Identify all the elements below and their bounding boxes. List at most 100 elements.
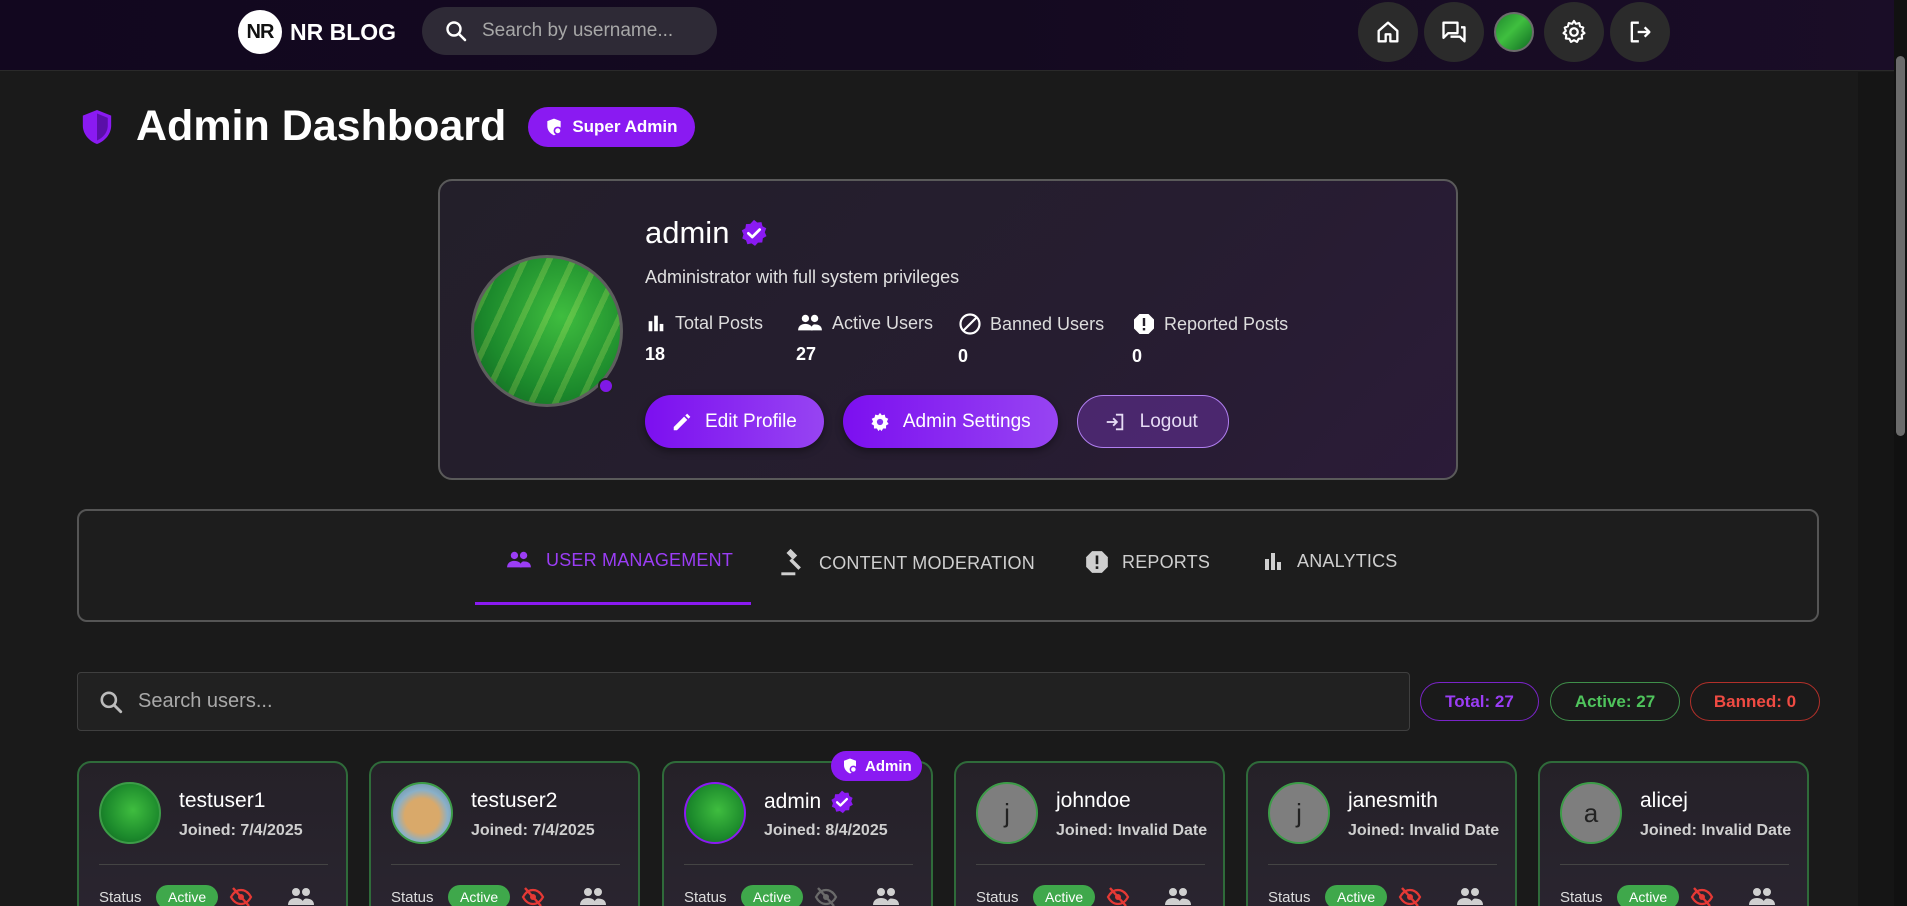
hide-eye-icon[interactable] — [519, 885, 547, 906]
verified-icon — [742, 219, 767, 246]
home-button[interactable] — [1358, 2, 1418, 62]
status-badge: Active — [1325, 885, 1388, 906]
user-name: testuser1 — [179, 789, 266, 812]
hide-eye-icon[interactable] — [1104, 885, 1132, 906]
user-name-row: admin — [764, 789, 855, 815]
people-icon[interactable] — [1164, 885, 1192, 906]
forum-icon — [1442, 21, 1466, 43]
edit-profile-label: Edit Profile — [705, 410, 797, 432]
admin-settings-button[interactable]: Admin Settings — [842, 395, 1058, 448]
divider — [1560, 864, 1789, 865]
pencil-icon — [673, 413, 691, 430]
user-joined: Joined: Invalid Date — [1640, 822, 1792, 839]
status-label: Status — [1268, 889, 1311, 906]
brand[interactable]: NR NR BLOG — [238, 10, 396, 54]
people-icon[interactable] — [1456, 885, 1484, 906]
logout-nav-button[interactable] — [1610, 2, 1670, 62]
hide-eye-icon[interactable] — [227, 885, 255, 906]
user-card[interactable]: a alicej Joined: Invalid Date Status Act… — [1538, 761, 1809, 906]
scrollbar-thumb[interactable] — [1896, 56, 1905, 436]
admin-shield-icon — [547, 118, 563, 135]
status-label: Status — [684, 889, 727, 906]
user-joined: Joined: Invalid Date — [1056, 822, 1208, 839]
user-search-input[interactable] — [138, 690, 1338, 713]
user-joined: Joined: 7/4/2025 — [179, 822, 303, 839]
user-search — [77, 672, 1410, 731]
user-name: testuser2 — [471, 789, 558, 812]
alert-icon — [1086, 551, 1108, 573]
status-badge: Active — [448, 885, 511, 906]
bar-chart-icon — [1265, 553, 1281, 570]
user-name: janesmith — [1348, 789, 1438, 812]
people-icon[interactable] — [1748, 885, 1776, 906]
shield-icon — [82, 109, 112, 144]
user-joined: Joined: Invalid Date — [1348, 822, 1500, 839]
tab-reports[interactable]: REPORTS — [1084, 549, 1210, 575]
alert-icon — [1134, 314, 1154, 334]
hide-eye-icon — [814, 887, 838, 906]
user-card[interactable]: Admin admin Joined: 8/4/2025 Status Acti… — [662, 751, 933, 906]
admin-shield-icon — [844, 758, 858, 774]
user-name: admin — [764, 790, 822, 813]
tab-analytics[interactable]: ANALYTICS — [1261, 549, 1398, 573]
tab-label: REPORTS — [1122, 551, 1211, 572]
status-label: Status — [976, 889, 1019, 906]
brand-logo: NR — [238, 10, 282, 54]
admin-tag-label: Admin — [865, 757, 912, 775]
user-joined: Joined: 8/4/2025 — [764, 822, 888, 839]
user-card[interactable]: testuser2 Joined: 7/4/2025 Status Active — [369, 761, 640, 906]
people-icon[interactable] — [872, 885, 900, 906]
search-icon — [446, 21, 467, 42]
user-avatar: j — [976, 782, 1038, 844]
status-label: Status — [1560, 889, 1603, 906]
profile-avatar-button[interactable] — [1494, 12, 1534, 52]
active-users-chip: Active: 27 — [1550, 682, 1680, 721]
page-title: Admin Dashboard — [136, 102, 507, 150]
bar-chart-icon — [648, 315, 664, 332]
super-admin-badge: Super Admin — [528, 106, 696, 147]
edit-profile-button[interactable]: Edit Profile — [645, 395, 824, 448]
stat-value: 27 — [796, 344, 817, 364]
stat-value: 0 — [1132, 346, 1143, 366]
side-panel-edge — [1858, 72, 1896, 906]
top-navbar: NR NR BLOG — [0, 0, 1907, 71]
stat-label: Banned Users — [990, 313, 1105, 334]
banned-users-chip: Banned: 0 — [1690, 682, 1820, 721]
status-badge: Active — [1033, 885, 1096, 906]
settings-button[interactable] — [1544, 2, 1604, 62]
scrollbar[interactable] — [1894, 0, 1907, 906]
tab-content-moderation[interactable]: CONTENT MODERATION — [779, 549, 1035, 577]
verified-icon — [831, 790, 854, 814]
stat-active-users: Active Users 27 — [796, 312, 933, 365]
gear-icon — [1562, 19, 1586, 43]
tab-label: USER MANAGEMENT — [546, 549, 734, 570]
divider — [1268, 864, 1497, 865]
people-icon — [507, 551, 531, 568]
tab-label: ANALYTICS — [1297, 550, 1398, 571]
profile-name: admin — [645, 215, 730, 250]
username-search-input[interactable] — [482, 20, 692, 42]
people-icon[interactable] — [579, 885, 607, 906]
active-tab-indicator — [475, 602, 751, 605]
role-badge-label: Super Admin — [572, 116, 678, 136]
total-users-chip: Total: 27 — [1420, 682, 1539, 721]
profile-description: Administrator with full system privilege… — [645, 267, 960, 287]
status-badge: Active — [741, 885, 804, 906]
logout-button[interactable]: Logout — [1076, 395, 1229, 448]
user-name: alicej — [1640, 789, 1688, 812]
home-icon — [1377, 21, 1399, 43]
user-name: johndoe — [1056, 789, 1131, 812]
logout-icon — [1106, 413, 1123, 430]
brand-name: NR BLOG — [290, 18, 397, 45]
admin-tag: Admin — [831, 751, 922, 781]
tab-user-management[interactable]: USER MANAGEMENT — [504, 549, 733, 571]
user-card[interactable]: testuser1 Joined: 7/4/2025 Status Active — [77, 761, 348, 906]
user-card[interactable]: j janesmith Joined: Invalid Date Status … — [1246, 761, 1517, 906]
page-header: Admin Dashboard Super Admin — [80, 102, 696, 151]
hide-eye-icon[interactable] — [1396, 885, 1424, 906]
forum-button[interactable] — [1424, 2, 1484, 62]
people-icon[interactable] — [287, 885, 315, 906]
hide-eye-icon[interactable] — [1688, 885, 1716, 906]
user-card[interactable]: j johndoe Joined: Invalid Date Status Ac… — [954, 761, 1225, 906]
user-avatar: j — [1268, 782, 1330, 844]
